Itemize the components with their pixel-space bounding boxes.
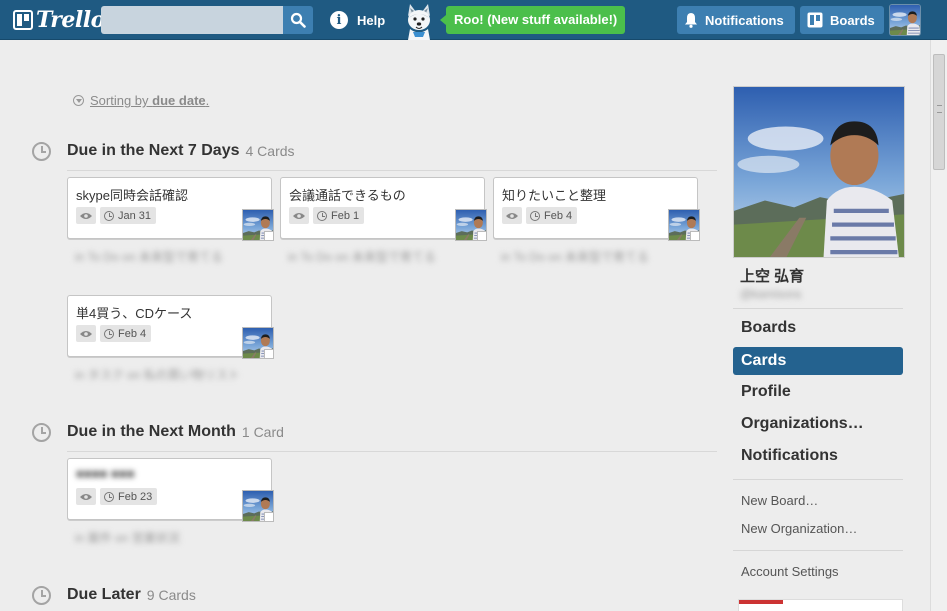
card-title: ■■■■ ■■■: [76, 466, 135, 481]
account-settings-link[interactable]: Account Settings: [741, 564, 839, 579]
clock-icon: [32, 141, 51, 161]
search-icon: [290, 12, 306, 28]
notifications-button[interactable]: Notifications: [677, 6, 795, 34]
card-title: 知りたいこと整理: [502, 188, 607, 203]
eye-icon: [76, 488, 96, 505]
card-location[interactable]: in To Do on 未来型で育てる: [501, 248, 649, 265]
due-date-badge: Feb 4: [526, 207, 578, 224]
trello-logo[interactable]: Trello: [13, 7, 105, 33]
eye-icon: [76, 207, 96, 224]
card[interactable]: skype同時会話確認 Jan 31: [67, 177, 274, 241]
section-count: 1 Card: [241, 424, 284, 440]
search-box: [101, 6, 313, 34]
profile-username: @kamisora: [740, 287, 801, 301]
card-location[interactable]: in To Do on 未来型で育てる: [75, 248, 223, 265]
section-header: Due Later 9 Cards: [32, 584, 196, 606]
husky-mascot-icon[interactable]: [401, 2, 437, 40]
new-organization-link[interactable]: New Organization…: [741, 521, 857, 536]
member-avatar[interactable]: [889, 4, 921, 36]
section-title: Due in the Next 7 Days: [67, 142, 240, 159]
sidebar-item-cards[interactable]: Cards: [733, 347, 903, 375]
scrollbar-thumb[interactable]: [933, 54, 945, 170]
due-date-badge: Feb 1: [313, 207, 365, 224]
section-count: 4 Cards: [245, 143, 295, 159]
sidebar-item-organizations[interactable]: Organizations…: [733, 410, 903, 438]
card-badges: Feb 4: [502, 207, 578, 224]
clock-icon: [530, 210, 540, 221]
card-badges: Feb 23: [76, 488, 158, 505]
section-header: Due in the Next Month 1 Card: [32, 421, 284, 443]
clock-icon: [104, 491, 114, 502]
help-link[interactable]: i Help: [330, 8, 385, 32]
due-date-badge: Feb 23: [100, 488, 158, 505]
due-date-badge: Jan 31: [100, 207, 157, 224]
eye-icon: [502, 207, 522, 224]
clock-icon: [317, 210, 327, 221]
eye-icon: [289, 207, 309, 224]
card[interactable]: 会議通話できるもの Feb 1: [280, 177, 487, 241]
profile-photo[interactable]: [733, 86, 905, 258]
card-title: 単4買う、CDケース: [76, 306, 193, 321]
help-icon: i: [330, 11, 348, 29]
sort-dropdown-icon: [73, 95, 84, 106]
card-member-avatar[interactable]: [242, 490, 274, 522]
boards-label: Boards: [830, 12, 875, 28]
due-date-badge: Feb 4: [100, 325, 152, 342]
bell-icon: [684, 12, 698, 28]
sidebar-item-boards[interactable]: Boards: [733, 314, 903, 342]
sorting-link[interactable]: Sorting by due date.: [90, 93, 209, 108]
clock-icon: [32, 585, 51, 605]
top-header: Trello i Help Roo! (New stuff available!…: [0, 0, 947, 40]
card-title: 会議通話できるもの: [289, 188, 406, 203]
section-title: Due Later: [67, 586, 141, 603]
help-label: Help: [357, 12, 386, 28]
sidebar-divider: [733, 479, 903, 480]
card-member-avatar[interactable]: [668, 209, 700, 241]
sidebar-divider: [733, 550, 903, 551]
section-count: 9 Cards: [146, 587, 196, 603]
card-member-avatar[interactable]: [242, 327, 274, 359]
profile-name[interactable]: 上空 弘育: [740, 265, 804, 286]
section-divider: [67, 451, 717, 452]
section-divider: [67, 170, 717, 171]
card-location[interactable]: in 案件 on 営業状況: [75, 529, 180, 546]
boards-button[interactable]: Boards: [800, 6, 884, 34]
boards-icon: [807, 12, 823, 28]
eye-icon: [76, 325, 96, 342]
notifications-label: Notifications: [705, 12, 784, 28]
new-board-link[interactable]: New Board…: [741, 493, 818, 508]
card-location[interactable]: in タスク on 私の買い物リスト: [75, 366, 240, 383]
logo-text: Trello: [36, 7, 105, 33]
card-location[interactable]: in To Do on 未来型で育てる: [288, 248, 436, 265]
section-title: Due in the Next Month: [67, 423, 236, 440]
card-member-avatar[interactable]: [455, 209, 487, 241]
clock-icon: [104, 210, 114, 221]
card[interactable]: 知りたいこと整理 Feb 4: [493, 177, 700, 241]
new-stuff-banner[interactable]: Roo! (New stuff available!): [439, 6, 626, 34]
card-title: skype同時会話確認: [76, 188, 188, 203]
card-member-avatar[interactable]: [242, 209, 274, 241]
clock-icon: [104, 328, 114, 339]
card-badges: Feb 4: [76, 325, 152, 342]
search-input[interactable]: [101, 6, 283, 34]
clock-icon: [32, 422, 51, 442]
sidebar-item-notifications[interactable]: Notifications: [733, 442, 903, 470]
card[interactable]: ■■■■ ■■■ Feb 23: [67, 458, 274, 522]
sorting-control[interactable]: Sorting by due date.: [73, 93, 209, 108]
sidebar-item-profile[interactable]: Profile: [733, 378, 903, 406]
page-scrollbar[interactable]: [930, 40, 947, 611]
card[interactable]: 単4買う、CDケース Feb 4: [67, 295, 274, 359]
search-button[interactable]: [283, 6, 313, 34]
card-badges: Jan 31: [76, 207, 157, 224]
section-header: Due in the Next 7 Days 4 Cards: [32, 140, 295, 162]
sidebar-divider: [733, 308, 903, 309]
sidebar-promo-box: [738, 599, 903, 611]
card-badges: Feb 1: [289, 207, 365, 224]
trello-logo-icon: [13, 10, 33, 30]
